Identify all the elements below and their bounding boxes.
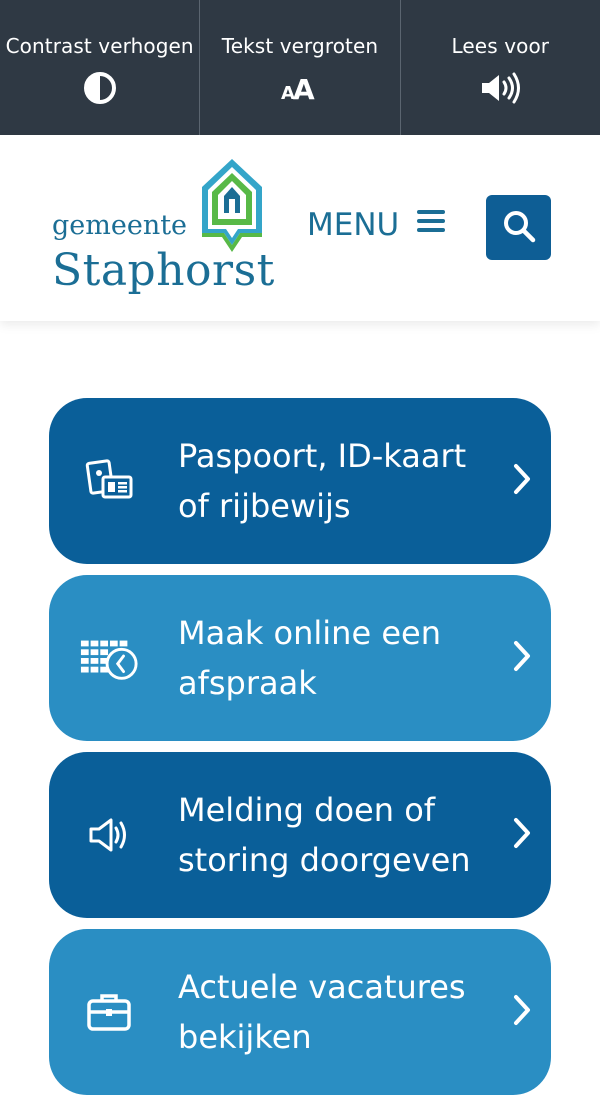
contrast-label: Contrast verhogen: [5, 34, 194, 58]
logo-mark-icon: [202, 159, 262, 252]
menu-button[interactable]: MENU: [307, 207, 447, 243]
read-aloud-button[interactable]: Lees voor: [399, 0, 600, 135]
text-size-button[interactable]: Tekst vergroten A A: [199, 0, 399, 135]
contrast-button[interactable]: Contrast verhogen: [0, 0, 199, 135]
search-icon: [502, 209, 536, 247]
briefcase-icon: [79, 982, 139, 1042]
card-vacatures[interactable]: Actuele vacatures bekijken: [49, 929, 551, 1095]
card-melding[interactable]: Melding doen of storing doorgeven: [49, 752, 551, 918]
logo-text-gemeente: gemeente: [52, 210, 188, 241]
search-button[interactable]: [486, 195, 551, 260]
megaphone-icon: [79, 805, 139, 865]
svg-text:A: A: [293, 73, 315, 105]
chevron-right-icon: [511, 993, 533, 1031]
text-size-label: Tekst vergroten: [221, 34, 379, 58]
contrast-icon: [83, 70, 117, 106]
chevron-right-icon: [511, 816, 533, 854]
card-paspoort[interactable]: Paspoort, ID-kaart of rijbewijs: [49, 398, 551, 564]
quick-links: Paspoort, ID-kaart of rijbewijs Maak onl…: [49, 398, 551, 1106]
card-label: Melding doen of storing doorgeven: [178, 791, 471, 879]
read-aloud-label: Lees voor: [451, 34, 550, 58]
text-size-icon: A A: [278, 70, 322, 106]
menu-label: MENU: [307, 207, 400, 243]
card-label: Paspoort, ID-kaart of rijbewijs: [178, 437, 467, 525]
id-card-icon: [79, 451, 139, 511]
chevron-right-icon: [511, 639, 533, 677]
speaker-icon: [478, 70, 522, 106]
card-label: Actuele vacatures bekijken: [178, 968, 466, 1056]
card-label: Maak online een afspraak: [178, 614, 441, 702]
chevron-right-icon: [511, 462, 533, 500]
card-afspraak[interactable]: Maak online een afspraak: [49, 575, 551, 741]
accessibility-toolbar: Contrast verhogen Tekst vergroten A A Le…: [0, 0, 600, 135]
site-header: gemeente Staphorst MENU: [0, 135, 600, 321]
calendar-clock-icon: [79, 628, 139, 688]
logo-text-staphorst: Staphorst: [52, 245, 275, 296]
site-logo[interactable]: gemeente Staphorst: [52, 157, 282, 307]
hamburger-icon: [415, 207, 447, 243]
